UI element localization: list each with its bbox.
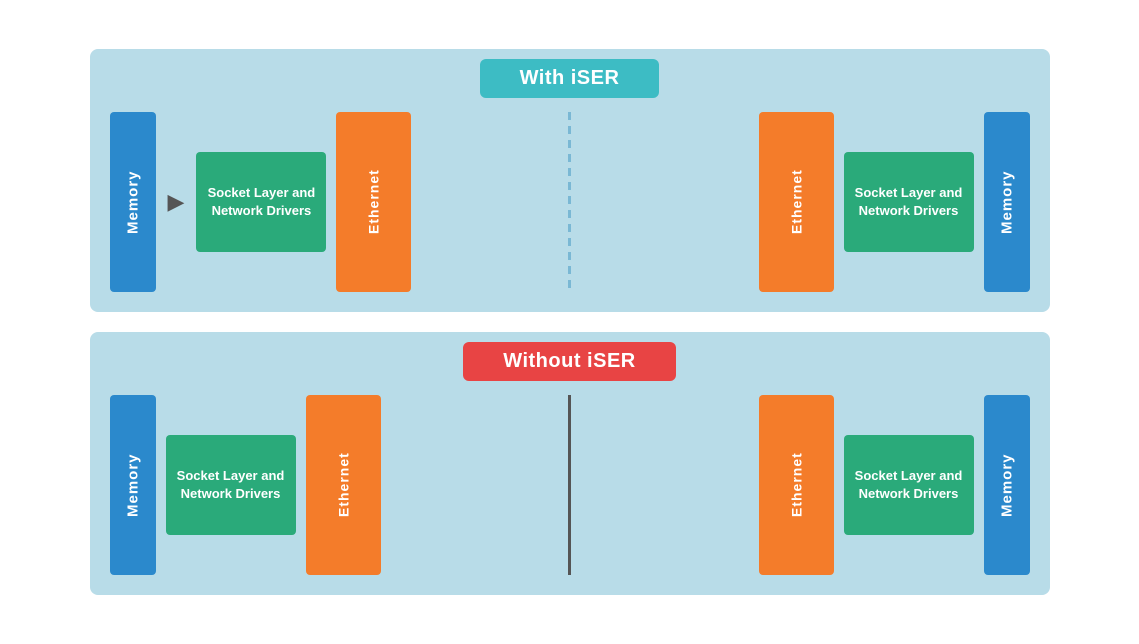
left-side-2: Memory Socket Layer and Network Drivers … — [110, 395, 563, 575]
with-iser-section: With iSER Memory ▶ Socket Layer and Netw… — [90, 49, 1050, 312]
without-iser-title: Without iSER — [463, 342, 675, 381]
left-side: Memory ▶ Socket Layer and Network Driver… — [110, 112, 563, 292]
without-iser-body: Memory Socket Layer and Network Drivers … — [110, 395, 1030, 575]
center-divider-with — [568, 112, 571, 292]
right-ethernet-2: Ethernet — [759, 395, 834, 575]
left-socket: Socket Layer and Network Drivers — [196, 152, 326, 252]
right-socket: Socket Layer and Network Drivers — [844, 152, 974, 252]
center-divider-without — [568, 395, 571, 575]
left-ethernet: Ethernet — [336, 112, 411, 292]
with-iser-body: Memory ▶ Socket Layer and Network Driver… — [110, 112, 1030, 292]
right-ethernet: Ethernet — [759, 112, 834, 292]
right-side: Memory Socket Layer and Network Drivers … — [577, 112, 1030, 292]
right-memory-2: Memory — [984, 395, 1030, 575]
left-arrow: ▶ — [168, 189, 185, 215]
with-iser-title: With iSER — [480, 59, 660, 98]
right-memory: Memory — [984, 112, 1030, 292]
left-ethernet-2: Ethernet — [306, 395, 381, 575]
without-iser-section: Without iSER Memory Socket Layer and Net… — [90, 332, 1050, 595]
left-socket-2: Socket Layer and Network Drivers — [166, 435, 296, 535]
right-side-2: Memory Socket Layer and Network Drivers … — [577, 395, 1030, 575]
right-socket-2: Socket Layer and Network Drivers — [844, 435, 974, 535]
left-memory: Memory — [110, 112, 156, 292]
left-memory-2: Memory — [110, 395, 156, 575]
